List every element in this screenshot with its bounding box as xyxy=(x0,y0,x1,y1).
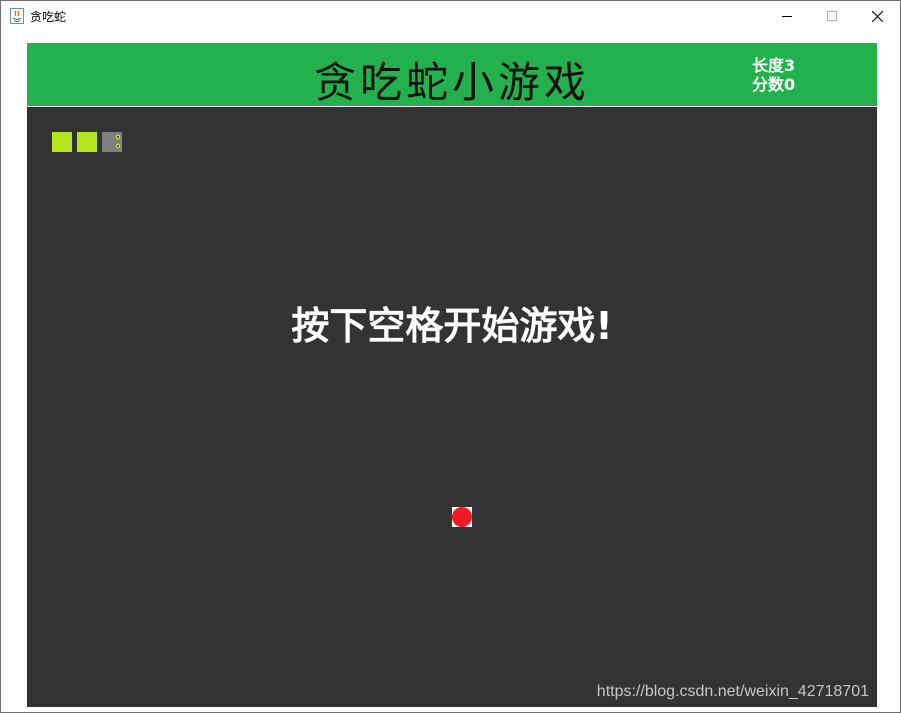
minimize-button[interactable] xyxy=(764,1,810,31)
game-content: 贪吃蛇小游戏 长度 3 分数 0 按下空格开始游戏! https://blog.… xyxy=(1,32,900,712)
start-message: 按下空格开始游戏! xyxy=(291,304,613,348)
app-window: 贪吃蛇 贪吃蛇小游戏 长度 3 分数 0 按下空格开始游戏! https://b… xyxy=(0,0,901,713)
food-item xyxy=(452,507,472,527)
snake-body-segment xyxy=(52,132,72,152)
close-button[interactable] xyxy=(854,1,900,31)
snake-head xyxy=(102,132,122,152)
length-value: 3 xyxy=(784,56,796,75)
length-label: 长度 xyxy=(752,56,785,75)
minimize-icon xyxy=(782,16,792,17)
java-app-icon xyxy=(10,8,24,24)
snake-body-segment xyxy=(77,132,97,152)
window-title: 贪吃蛇 xyxy=(30,10,67,24)
title-bar[interactable]: 贪吃蛇 xyxy=(1,1,900,31)
food-dot xyxy=(452,507,472,527)
score-stat: 分数 0 xyxy=(752,75,795,94)
game-title: 贪吃蛇小游戏 xyxy=(313,58,590,107)
maximize-button[interactable] xyxy=(809,1,855,31)
maximize-icon xyxy=(827,11,837,21)
length-stat: 长度 3 xyxy=(752,56,795,75)
score-value: 0 xyxy=(784,75,796,94)
stats-panel: 长度 3 分数 0 xyxy=(752,56,795,94)
game-board[interactable]: 按下空格开始游戏! https://blog.csdn.net/weixin_4… xyxy=(27,107,877,707)
snake-head-eyes-icon xyxy=(115,134,121,149)
score-label: 分数 xyxy=(752,75,785,94)
game-header: 贪吃蛇小游戏 长度 3 分数 0 xyxy=(27,43,877,107)
close-icon xyxy=(871,10,883,22)
watermark: https://blog.csdn.net/weixin_42718701 xyxy=(596,683,869,700)
